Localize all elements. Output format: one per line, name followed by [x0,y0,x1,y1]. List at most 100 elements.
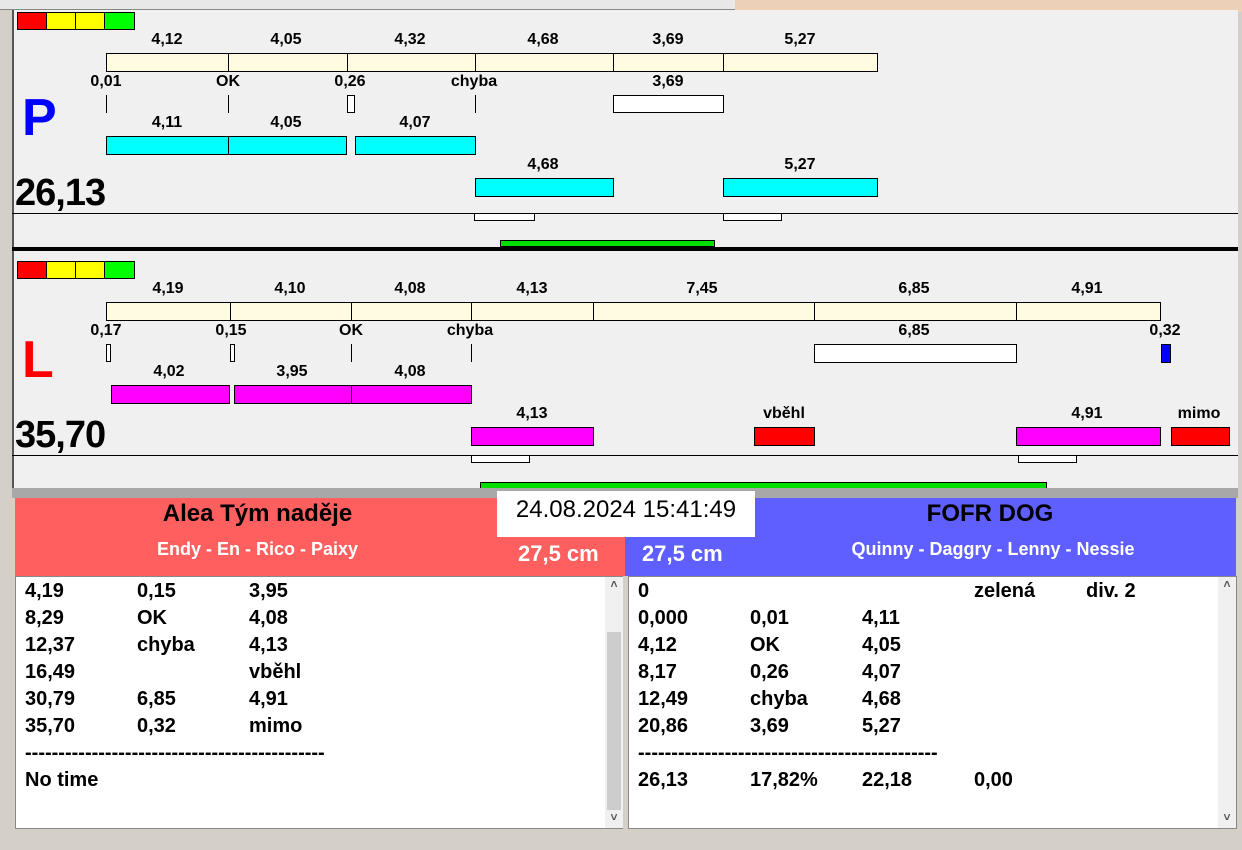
run-label: 3,95 [276,363,308,380]
reaction-label: chyba [450,73,498,90]
marker [613,95,724,113]
marker [723,213,782,221]
seg-label: 3,69 [652,31,684,48]
cell: 0,15 [137,580,176,602]
time-bar [723,53,878,72]
cell: 12,49 [638,688,689,710]
cell: 3,95 [249,580,288,602]
status-yellow [46,12,76,30]
cell: 8,29 [25,607,64,629]
cell: 0,26 [750,661,789,683]
run-bar [1016,427,1161,446]
cell: 20,86 [638,715,689,737]
marker [347,95,355,113]
marker [471,344,472,362]
seg-label: 4,32 [394,31,426,48]
time-bar [106,53,229,72]
time-bar [593,302,815,321]
run-bar [471,427,594,446]
progress-bar [500,240,715,247]
seg-label: 4,12 [151,31,183,48]
reaction-label: chyba [446,322,494,339]
run-bar [228,136,347,155]
left-team-name: Alea Tým naděje [162,500,353,527]
seg-label: 4,13 [516,280,548,297]
left-height: 27,5 cm [518,541,599,566]
run-label: 4,11 [151,114,183,131]
status-green [104,261,135,279]
status-red [17,261,47,279]
cell: vběhl [249,661,302,683]
run-bar [234,385,352,404]
seg-label: 6,85 [898,280,930,297]
scroll-up-icon[interactable]: ˄ [605,577,623,595]
run-label: 4,02 [153,363,185,380]
cell: 30,79 [25,688,76,710]
run-bar [475,178,614,197]
marker [228,95,229,113]
reaction-label: 3,69 [652,73,684,90]
cell: 16,49 [25,661,76,683]
scroll-down-icon[interactable]: ˅ [605,810,623,828]
seg-label: 4,08 [394,280,426,297]
time-bar [347,53,476,72]
cell: chyba [137,634,195,656]
tab-strip [0,0,735,10]
cell: OK [750,634,780,656]
marker [1161,344,1171,363]
cell: 4,12 [638,634,677,656]
seg-label: 4,91 [1071,280,1103,297]
divider [12,213,1238,214]
cell: 4,11 [862,607,900,629]
cell: 0,01 [750,607,789,629]
cell: 26,13 [638,769,689,791]
cell: 4,68 [862,688,901,710]
run-label: 5,27 [784,156,816,173]
left-team-players: Endy - En - Rico - Paixy [156,539,359,559]
marker [106,344,111,362]
reaction-label: 0,26 [334,73,366,90]
run-label: vběhl [763,405,805,422]
cell: 4,19 [25,580,64,602]
cell: chyba [750,688,808,710]
cell: 0,32 [137,715,176,737]
status-yellow [46,261,76,279]
cell: zelená [974,580,1036,602]
seg-label: 7,45 [686,280,718,297]
cell: mimo [249,715,303,737]
marker [1018,455,1077,463]
scroll-up-icon[interactable]: ˄ [1218,577,1236,595]
cell: 12,37 [25,634,76,656]
seg-label: 4,05 [270,31,302,48]
marker [474,213,535,221]
cell: 4,05 [862,634,901,656]
cell: 4,91 [249,688,288,710]
run-label: 4,13 [516,405,548,422]
run-bar [355,136,476,155]
scrollbar[interactable]: ˄ ˅ [1218,577,1236,828]
separator: ----------------------------------------… [25,742,325,764]
run-bar [111,385,230,404]
run-bar [723,178,878,197]
time-bar [228,53,348,72]
time-bar [230,302,352,321]
reaction-label: 6,85 [898,322,930,339]
run-bar [351,385,472,404]
time-bar [471,302,594,321]
right-results-list[interactable]: 0 zelená div. 2 0,000 0,01 4,11 4,12 OK … [628,576,1237,829]
reaction-label: 0,15 [215,322,247,339]
scroll-down-icon[interactable]: ˅ [1218,810,1236,828]
status-yellow [75,261,105,279]
cell: 0,000 [638,607,689,629]
run-label: mimo [1177,405,1221,422]
right-team-name: FOFR DOG [926,500,1054,527]
right-height: 27,5 cm [642,541,723,566]
scroll-thumb[interactable] [607,632,621,810]
seg-label: 4,68 [527,31,559,48]
reaction-label: 0,17 [90,322,122,339]
left-results-list[interactable]: 4,19 0,15 3,95 8,29 OK 4,08 12,37 chyba … [15,576,623,829]
scrollbar[interactable]: ˄ ˅ [605,577,623,828]
reaction-label: OK [339,322,363,339]
datetime: 24.08.2024 15:41:49 [497,491,755,537]
run-label: 4,91 [1071,405,1103,422]
